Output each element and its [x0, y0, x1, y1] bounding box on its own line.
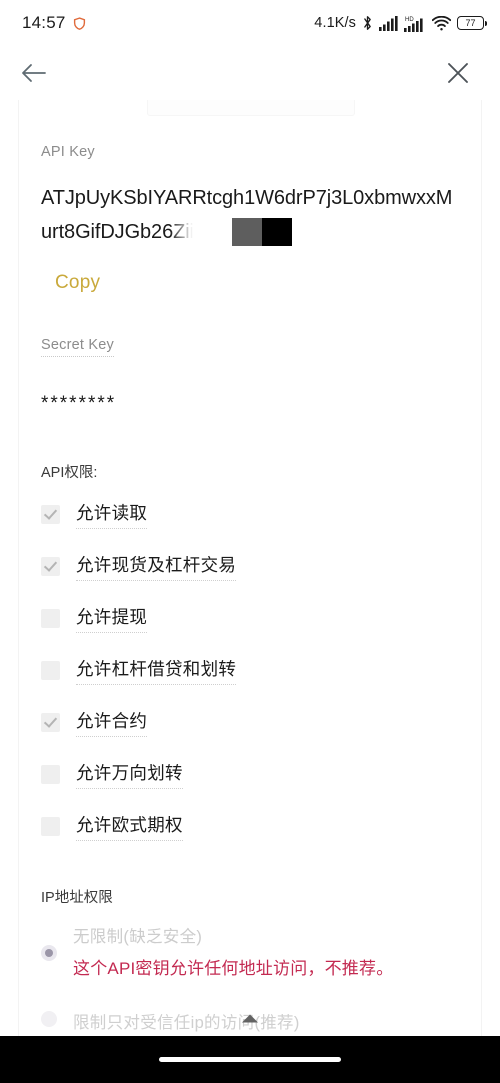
radio-label-unrestricted: 无限制(缺乏安全)	[73, 928, 203, 946]
system-navigation-bar	[0, 1036, 500, 1083]
permission-row-futures[interactable]: 允许合约	[41, 696, 459, 748]
battery-level-label: 77	[465, 17, 476, 28]
status-bar: 14:57 4.1K/s HD 77	[0, 0, 500, 46]
page-content: API Key ATJpUyKSbIYARRtcgh1W6drP7j3L0xbm…	[19, 100, 481, 1033]
page-container: API Key ATJpUyKSbIYARRtcgh1W6drP7j3L0xbm…	[18, 100, 482, 1036]
permission-label-read: 允许读取	[76, 500, 148, 529]
svg-text:HD: HD	[405, 17, 414, 23]
status-bar-left: 14:57	[22, 13, 86, 33]
api-key-line2-row: urt8GifDJGb26Zii	[41, 218, 459, 246]
permission-row-margin-loan-transfer[interactable]: 允许杠杆借贷和划转	[41, 644, 459, 696]
radio-icon-unrestricted[interactable]	[41, 945, 57, 961]
cellular-signal-icon	[379, 15, 398, 31]
checkbox-icon-futures[interactable]	[41, 712, 60, 732]
wifi-icon	[432, 15, 451, 31]
battery-icon: 77	[457, 16, 488, 30]
permission-label-margin-loan-transfer: 允许杠杆借贷和划转	[76, 656, 237, 685]
home-indicator[interactable]	[159, 1057, 341, 1062]
redaction-blocks	[231, 218, 292, 246]
copy-button[interactable]: Copy	[55, 272, 100, 294]
permission-row-withdraw[interactable]: 允许提现	[41, 592, 459, 644]
permission-row-spot-margin-trade[interactable]: 允许现货及杠杆交易	[41, 540, 459, 592]
ip-restriction-section: IP地址权限 无限制(缺乏安全) 这个API密钥允许任何地址访问，不推荐。 限制…	[41, 886, 459, 1033]
api-key-value-line1: ATJpUyKSbIYARRtcgh1W6drP7j3L0xbmwxxM	[41, 187, 453, 209]
checkbox-icon-spot-margin-trade[interactable]	[41, 556, 60, 576]
checkbox-icon-universal-transfer[interactable]	[41, 764, 60, 784]
permission-label-spot-margin-trade: 允许现货及杠杆交易	[76, 552, 237, 581]
app-bar	[0, 46, 500, 100]
collapse-button[interactable]	[19, 1013, 481, 1024]
secret-key-label: Secret Key	[41, 337, 114, 357]
webview-content: API Key ATJpUyKSbIYARRtcgh1W6drP7j3L0xbm…	[0, 100, 500, 1036]
api-key-label: API Key	[41, 144, 95, 160]
api-permissions-title: API权限:	[41, 465, 98, 481]
ip-unrestricted-warning: 这个API密钥允许任何地址访问，不推荐。	[73, 959, 394, 978]
secret-key-value: ********	[41, 393, 117, 414]
checkbox-icon-european-options[interactable]	[41, 816, 60, 836]
permission-label-european-options: 允许欧式期权	[76, 812, 183, 841]
radio-row-unrestricted[interactable]: 无限制(缺乏安全) 这个API密钥允许任何地址访问，不推荐。	[41, 923, 459, 979]
permission-label-universal-transfer: 允许万向划转	[76, 760, 183, 789]
permission-label-withdraw: 允许提现	[76, 604, 148, 633]
api-key-value-line2: urt8GifDJGb26Zii	[41, 220, 196, 244]
checkbox-icon-withdraw[interactable]	[41, 608, 60, 628]
ip-restriction-title: IP地址权限	[41, 890, 113, 906]
radio-texts-unrestricted: 无限制(缺乏安全) 这个API密钥允许任何地址访问，不推荐。	[73, 923, 393, 979]
permission-label-futures: 允许合约	[76, 708, 148, 737]
api-permissions-section: API权限: 允许读取 允许现货及杠杆交易 允许提现 允许杠杆借贷和划转 允许合…	[41, 461, 459, 852]
permission-row-european-options[interactable]: 允许欧式期权	[41, 800, 459, 852]
status-bar-clock: 14:57	[22, 13, 66, 32]
checkbox-icon-margin-loan-transfer[interactable]	[41, 660, 60, 680]
status-bar-right: 4.1K/s HD 77	[314, 15, 488, 32]
close-button[interactable]	[438, 53, 478, 93]
permission-row-universal-transfer[interactable]: 允许万向划转	[41, 748, 459, 800]
cellular-signal-2-icon: HD	[404, 17, 423, 32]
checkbox-icon-read[interactable]	[41, 504, 60, 524]
redaction-block-black	[261, 218, 292, 246]
network-speed-label: 4.1K/s	[314, 15, 356, 31]
bluetooth-icon	[364, 16, 371, 30]
collapse-up-arrow-icon	[242, 1014, 258, 1023]
shield-icon	[73, 16, 85, 30]
close-icon	[448, 63, 468, 83]
secret-key-section: Secret Key ********	[41, 336, 459, 415]
redaction-block-gray	[231, 218, 262, 246]
partially-scrolled-card	[147, 100, 355, 116]
back-arrow-icon	[22, 64, 46, 82]
back-button[interactable]	[14, 53, 54, 93]
permission-row-read[interactable]: 允许读取	[41, 488, 459, 540]
api-key-section: API Key ATJpUyKSbIYARRtcgh1W6drP7j3L0xbm…	[41, 144, 459, 294]
